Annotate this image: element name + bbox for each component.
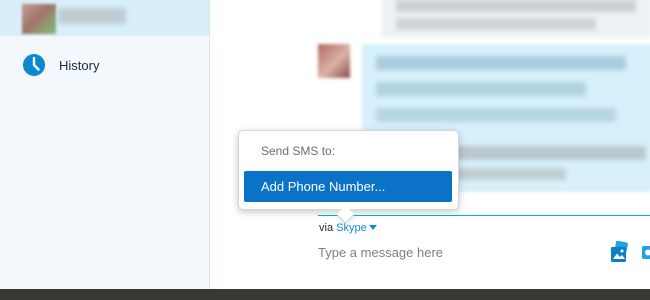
- skype-window: History via Skype Type a message here Se…: [0, 0, 650, 289]
- message-text-redacted: [396, 18, 596, 30]
- sidebar: History: [0, 0, 210, 289]
- message-text-redacted: [456, 168, 566, 180]
- send-via-selector[interactable]: via Skype: [319, 222, 377, 234]
- message-text-redacted: [376, 82, 586, 96]
- caret-down-icon[interactable]: [368, 225, 377, 230]
- history-label: History: [59, 58, 100, 73]
- partial-icon[interactable]: [640, 243, 650, 261]
- message-text-redacted: [456, 146, 646, 160]
- sidebar-item-history[interactable]: History: [0, 48, 209, 84]
- send-sms-popup: Send SMS to: Add Phone Number...: [238, 130, 459, 224]
- via-label: via: [319, 222, 334, 234]
- clock-icon: [23, 54, 45, 76]
- message-text-redacted: [376, 56, 626, 70]
- contact-name-redacted: [58, 8, 126, 24]
- message-text-redacted: [376, 108, 616, 122]
- service-name[interactable]: Skype: [336, 222, 367, 234]
- popup-title: Send SMS to:: [261, 144, 336, 158]
- add-phone-number-button[interactable]: Add Phone Number...: [244, 171, 452, 202]
- sender-avatar: [318, 44, 350, 78]
- message-input[interactable]: [318, 240, 598, 264]
- recent-contact-item[interactable]: [0, 0, 209, 36]
- media-gallery-icon[interactable]: [610, 241, 630, 263]
- message-text-redacted: [396, 0, 636, 12]
- contact-avatar: [22, 4, 56, 34]
- compose-divider: [318, 215, 650, 216]
